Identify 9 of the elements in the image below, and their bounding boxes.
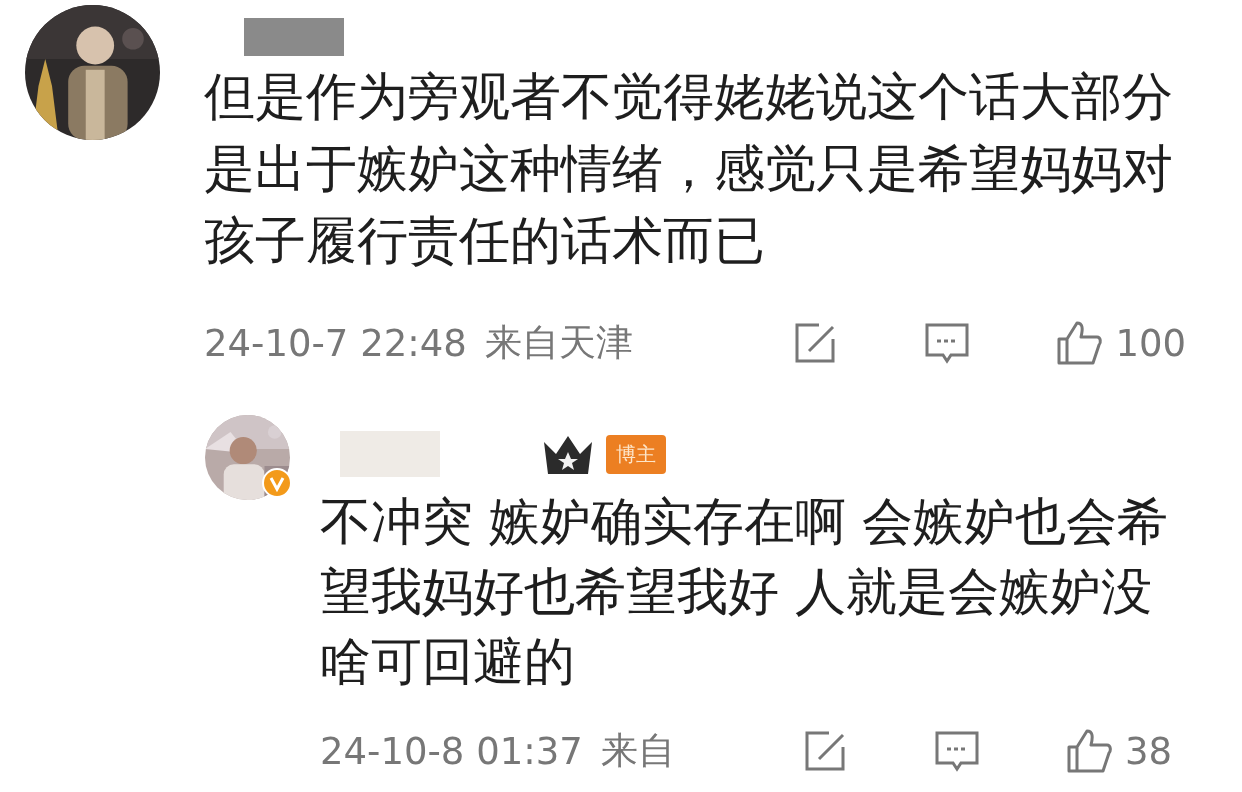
comment-text: 不冲突 嫉妒确实存在啊 会嫉妒也会希望我妈好也希望我好 人就是会嫉妒没啥可回避的 xyxy=(320,491,1170,693)
like-button[interactable]: 38 xyxy=(1062,725,1172,777)
like-button[interactable]: 100 xyxy=(1053,317,1186,369)
comment-location: 来自 xyxy=(600,728,676,774)
comment-text: 但是作为旁观者不觉得姥姥说这个话大部分是出于嫉妒这种情绪，感觉只是希望妈妈对孩子履行责任的话术而已 xyxy=(204,66,1174,272)
comment-time: 24-10-8 01:37 xyxy=(320,729,583,773)
comment-time: 24-10-7 22:48 xyxy=(204,321,467,365)
author-badge: 博主 xyxy=(606,434,666,474)
comment-location: 来自天津 xyxy=(484,320,634,366)
